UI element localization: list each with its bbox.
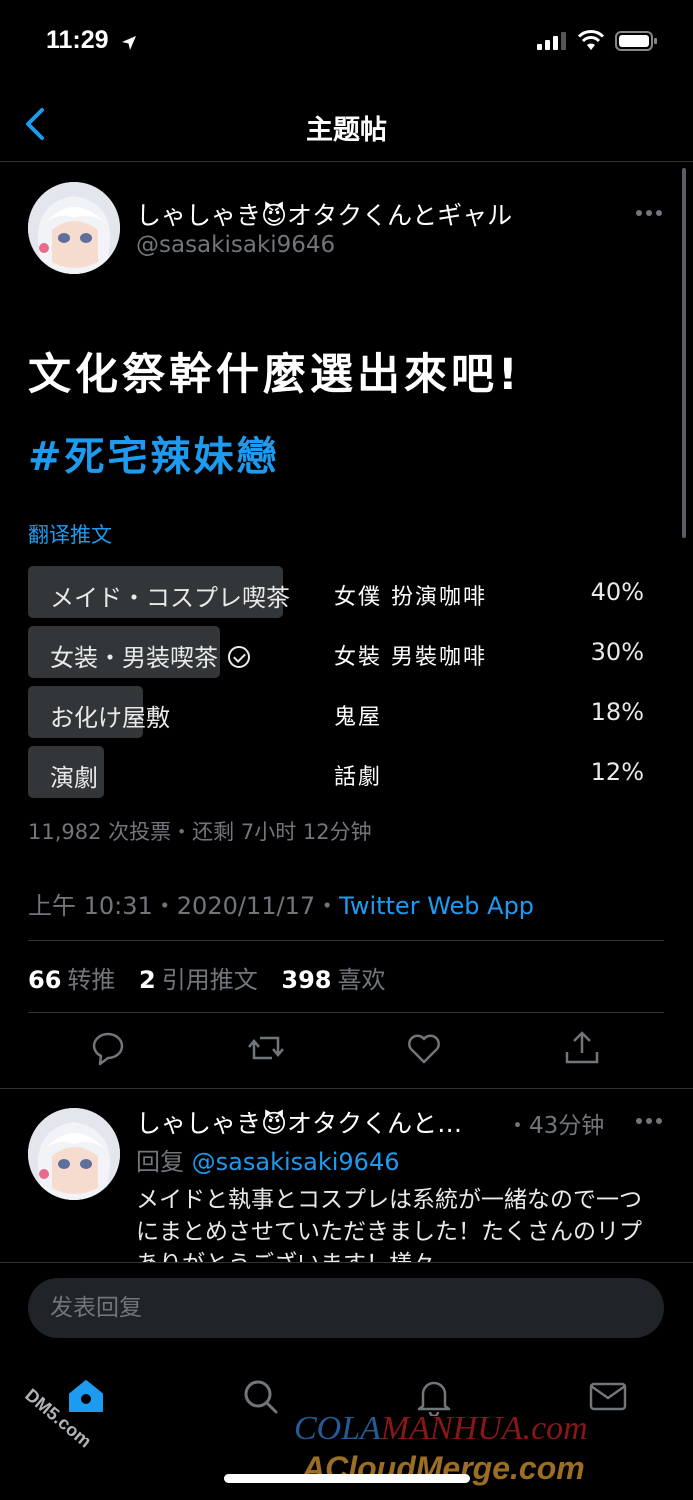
poll-option: お化け屋敷 鬼屋 18% bbox=[28, 686, 664, 738]
author-display-name[interactable]: しゃしゃき😈オタクくんとギャル bbox=[136, 196, 512, 232]
avatar-image bbox=[28, 1108, 120, 1200]
translate-tweet-link[interactable]: 翻译推文 bbox=[28, 519, 112, 549]
engagement-stats: 66 转推 2 引用推文 398 喜欢 bbox=[28, 960, 402, 995]
voted-check-icon bbox=[228, 646, 250, 668]
quotes-count: 2 bbox=[139, 966, 156, 994]
poll-option-percent: 40% bbox=[590, 578, 644, 606]
retweets-stat[interactable]: 66 转推 bbox=[28, 966, 115, 994]
likes-label: 喜欢 bbox=[337, 966, 386, 994]
status-bar: 11:29 bbox=[0, 0, 693, 90]
search-icon[interactable] bbox=[240, 1376, 280, 1416]
reply-input[interactable] bbox=[28, 1278, 664, 1338]
reply-author-name[interactable]: しゃしゃき😈オタクくんと… bbox=[136, 1104, 462, 1140]
status-indicators bbox=[537, 30, 659, 52]
cellular-signal-icon bbox=[537, 32, 566, 50]
poll-option-percent: 12% bbox=[590, 758, 644, 786]
reply-author-avatar[interactable] bbox=[28, 1108, 120, 1200]
poll-option-percent: 30% bbox=[590, 638, 644, 666]
home-indicator[interactable] bbox=[224, 1474, 470, 1483]
divider bbox=[28, 1012, 664, 1013]
home-icon[interactable] bbox=[66, 1376, 106, 1416]
retweet-icon[interactable] bbox=[246, 1028, 286, 1068]
retweets-count: 66 bbox=[28, 966, 62, 994]
poll-option-label: 演劇 bbox=[50, 764, 98, 792]
poll-option-translation: 話劇 bbox=[334, 765, 383, 790]
mention-link[interactable]: @sasakisaki9646 bbox=[192, 1148, 400, 1176]
retweets-label: 转推 bbox=[67, 966, 116, 994]
page-title: 主题帖 bbox=[306, 115, 387, 146]
tweet-text: 文化祭幹什麼選出來吧! bbox=[28, 350, 522, 400]
quotes-stat[interactable]: 2 引用推文 bbox=[139, 966, 258, 994]
poll-option: 女装・男装喫茶 女裝 男裝咖啡 30% bbox=[28, 626, 664, 678]
watermark-part: MANHUA.com bbox=[380, 1410, 588, 1447]
reply-icon[interactable] bbox=[88, 1028, 128, 1068]
wifi-icon bbox=[577, 30, 605, 50]
author-avatar[interactable] bbox=[28, 182, 120, 274]
tweet-actions bbox=[0, 1028, 693, 1072]
likes-count: 398 bbox=[281, 966, 332, 994]
poll-option-label-text: 女装・男装喫茶 bbox=[50, 644, 218, 672]
like-heart-icon[interactable] bbox=[404, 1028, 444, 1068]
more-options-icon[interactable] bbox=[636, 210, 664, 218]
hashtag-link[interactable]: #死宅辣妹戀 bbox=[28, 424, 280, 482]
timestamp-text: 上午 10:31・2020/11/17・ bbox=[28, 892, 340, 920]
tweet-timestamp: 上午 10:31・2020/11/17・Twitter Web App bbox=[28, 886, 534, 921]
reply-tweet[interactable] bbox=[0, 1088, 693, 1089]
reply-text: メイドと執事とコスプレは系統が一緒なので一つにまとめさせていただきました！たくさ… bbox=[136, 1187, 642, 1262]
messages-mail-icon[interactable] bbox=[588, 1376, 628, 1416]
poll-vote-summary: 11,982 次投票・还剩 7小时 12分钟 bbox=[28, 820, 372, 844]
divider bbox=[28, 940, 664, 941]
poll-option-translation: 鬼屋 bbox=[334, 705, 383, 730]
source-link[interactable]: Twitter Web App bbox=[339, 892, 534, 920]
quotes-label: 引用推文 bbox=[161, 966, 258, 994]
location-arrow-icon bbox=[122, 36, 136, 50]
more-options-icon[interactable] bbox=[636, 1118, 664, 1126]
poll-option-translation: 女僕 扮演咖啡 bbox=[334, 585, 487, 610]
battery-icon bbox=[615, 31, 657, 51]
share-icon[interactable] bbox=[562, 1028, 602, 1068]
poll-option-label: お化け屋敷 bbox=[50, 704, 170, 732]
likes-stat[interactable]: 398 喜欢 bbox=[281, 966, 385, 994]
poll-option-label: メイド・コスプレ喫茶 bbox=[50, 584, 290, 612]
replying-to-label: 回复 bbox=[136, 1148, 184, 1176]
navigation-bar: 主题帖 bbox=[0, 90, 693, 162]
watermark-part: COLA bbox=[294, 1410, 381, 1447]
scroll-indicator bbox=[682, 168, 686, 538]
poll-option-percent: 18% bbox=[590, 698, 644, 726]
poll: メイド・コスプレ喫茶 女僕 扮演咖啡 40% 女装・男装喫茶 女裝 男裝咖啡 3… bbox=[28, 566, 664, 806]
poll-option: メイド・コスプレ喫茶 女僕 扮演咖啡 40% bbox=[28, 566, 664, 618]
watermark-colamanhua: COLAMANHUA.com bbox=[294, 1410, 588, 1448]
reply-time: ・43分钟 bbox=[506, 1113, 605, 1139]
avatar-image bbox=[28, 182, 120, 274]
poll-option-label: 女装・男装喫茶 bbox=[50, 638, 250, 673]
author-handle[interactable]: @sasakisaki9646 bbox=[136, 232, 335, 258]
status-time: 11:29 bbox=[46, 26, 109, 54]
poll-option-translation: 女裝 男裝咖啡 bbox=[334, 645, 487, 670]
replying-to: 回复 @sasakisaki9646 bbox=[136, 1142, 399, 1177]
poll-option: 演劇 話劇 12% bbox=[28, 746, 664, 798]
